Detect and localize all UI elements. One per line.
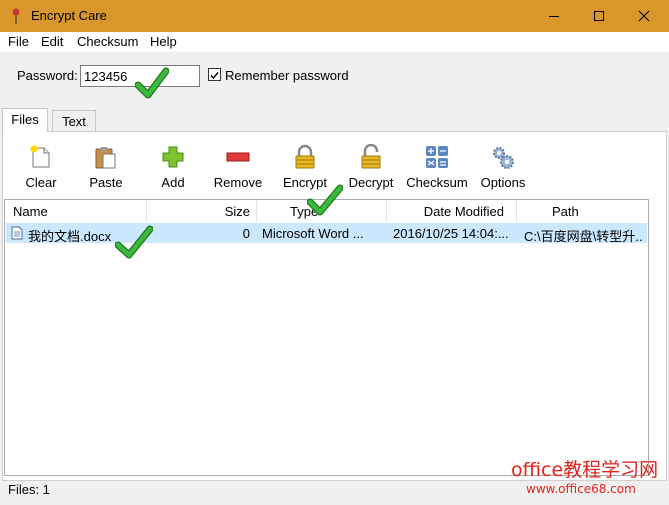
cell-path: C:\百度网盘\转型升... xyxy=(524,229,642,244)
status-bar-text: Files: 1 xyxy=(8,482,50,497)
options-label: Options xyxy=(480,175,526,190)
app-icon xyxy=(12,8,20,24)
menu-file[interactable]: File xyxy=(8,34,29,49)
lock-closed-icon xyxy=(295,144,315,169)
gears-icon xyxy=(493,147,514,169)
checksum-button[interactable]: Checksum xyxy=(406,144,468,192)
minimize-button[interactable] xyxy=(531,0,576,32)
checkbox-check-icon xyxy=(210,72,219,80)
menu-help[interactable]: Help xyxy=(150,34,177,49)
file-list[interactable]: Name Size Type Date Modified Path 我的文档.d… xyxy=(4,199,649,476)
title-bar: Encrypt Care xyxy=(0,0,669,32)
add-icon xyxy=(162,146,184,168)
cell-size: 0 xyxy=(242,226,250,241)
checksum-label: Checksum xyxy=(406,175,468,190)
clear-button[interactable]: Clear xyxy=(10,144,72,192)
tab-files[interactable]: Files xyxy=(2,108,48,132)
window-title: Encrypt Care xyxy=(31,8,107,23)
minimize-icon xyxy=(548,16,559,17)
remove-button[interactable]: Remove xyxy=(207,144,269,192)
clear-icon xyxy=(30,145,50,168)
paste-button[interactable]: Paste xyxy=(75,144,137,192)
column-header-name[interactable]: Name xyxy=(5,200,147,222)
remember-password-label: Remember password xyxy=(225,68,349,83)
column-header-path[interactable]: Path xyxy=(517,200,648,222)
remember-password-checkbox[interactable] xyxy=(208,68,221,81)
close-icon xyxy=(638,10,649,22)
calculator-icon xyxy=(426,146,448,168)
column-header-size[interactable]: Size xyxy=(147,200,257,222)
maximize-icon xyxy=(593,11,604,21)
green-check-icon xyxy=(307,184,343,216)
watermark-url: www.office68.com xyxy=(526,482,636,496)
column-header-date-modified[interactable]: Date Modified xyxy=(387,200,517,222)
cell-date-modified: 2016/10/25 14:04:... xyxy=(393,226,509,241)
decrypt-label: Decrypt xyxy=(348,175,394,190)
lock-open-icon xyxy=(361,144,381,169)
green-check-icon xyxy=(135,67,169,99)
paste-label: Paste xyxy=(89,175,123,190)
watermark-title: office教程学习网 xyxy=(511,459,659,481)
close-button[interactable] xyxy=(621,0,666,32)
menu-edit[interactable]: Edit xyxy=(41,34,63,49)
maximize-button[interactable] xyxy=(576,0,621,32)
options-button[interactable]: Options xyxy=(472,144,534,192)
add-label: Add xyxy=(161,175,185,190)
remove-label: Remove xyxy=(213,175,263,190)
cell-type: Microsoft Word ... xyxy=(262,226,364,241)
table-row[interactable]: 我的文档.docx 0 Microsoft Word ... 2016/10/2… xyxy=(6,223,647,244)
password-label: Password: xyxy=(17,68,78,83)
tab-text[interactable]: Text xyxy=(52,110,96,132)
add-button[interactable]: Add xyxy=(142,144,204,192)
menu-checksum[interactable]: Checksum xyxy=(77,34,138,49)
word-document-icon xyxy=(11,226,23,240)
clear-label: Clear xyxy=(25,175,57,190)
green-check-icon xyxy=(115,225,153,259)
remove-icon xyxy=(226,152,250,162)
menu-bar: File Edit Checksum Help xyxy=(0,32,669,52)
decrypt-button[interactable]: Decrypt xyxy=(340,144,402,192)
paste-icon xyxy=(95,147,116,169)
